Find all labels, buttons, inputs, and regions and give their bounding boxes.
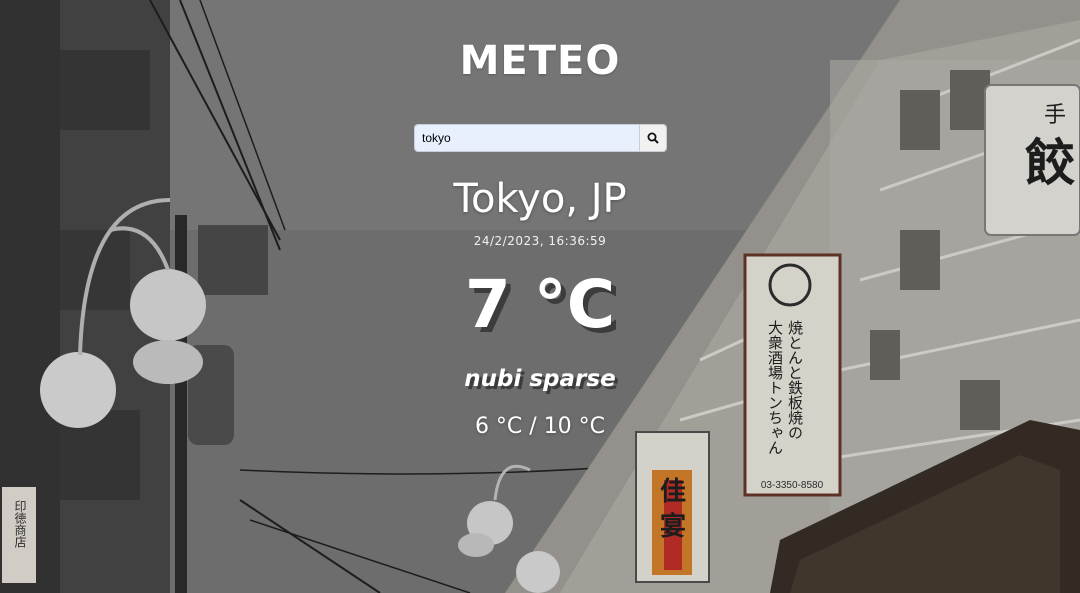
current-temperature: 7 °C: [464, 266, 616, 343]
search-button[interactable]: [639, 125, 666, 151]
weather-description: nubi sparse: [464, 366, 616, 392]
app-title: METEO: [459, 38, 621, 84]
min-max-temperature: 6 °C / 10 °C: [474, 414, 606, 439]
weather-app: METEO Tokyo, JP 24/2/2023, 16:36:59 7 °C…: [0, 0, 1080, 593]
local-datetime: 24/2/2023, 16:36:59: [473, 234, 607, 248]
search-icon: [647, 132, 659, 144]
search-input[interactable]: [415, 125, 639, 151]
search-bar: [415, 125, 666, 151]
location-name: Tokyo, JP: [453, 176, 627, 222]
